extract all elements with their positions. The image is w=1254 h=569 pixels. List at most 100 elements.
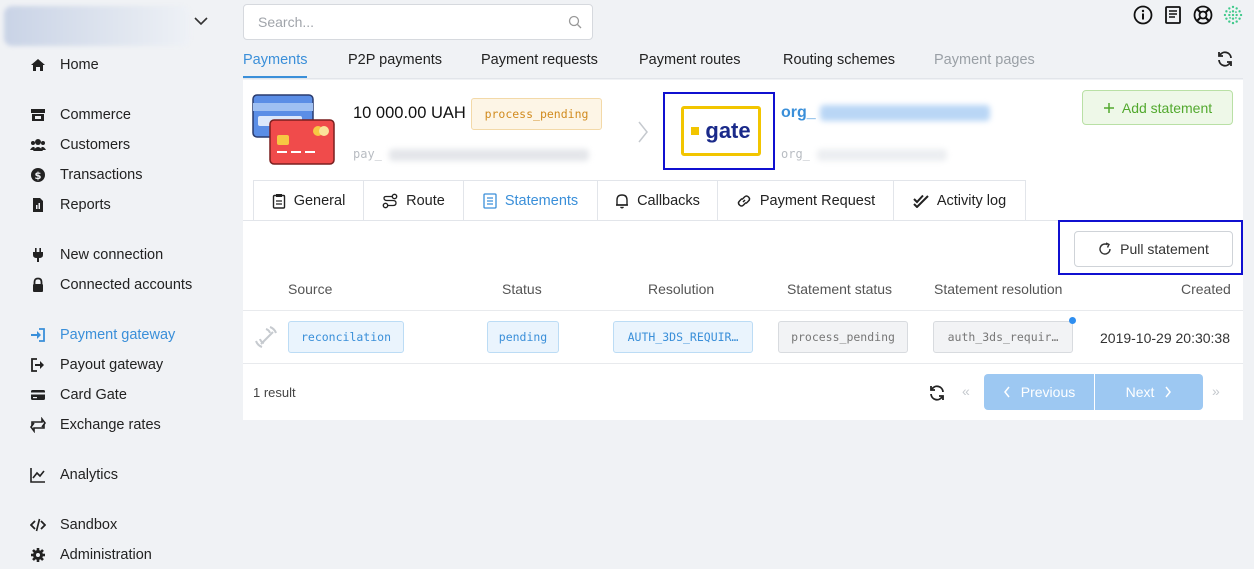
tab-payment-routes[interactable]: Payment routes (639, 52, 741, 68)
status-badge: pending (487, 321, 559, 353)
previous-page-button[interactable]: Previous (984, 374, 1094, 410)
next-page-button[interactable]: Next (1095, 374, 1203, 410)
subtab-label: General (293, 193, 346, 209)
payment-status-badge: process_pending (471, 98, 602, 130)
sidebar-item-label: Analytics (60, 467, 119, 483)
tab-routing-schemes[interactable]: Routing schemes (783, 52, 895, 68)
book-icon[interactable] (1162, 4, 1184, 26)
subtab-payment-request[interactable]: Payment Request (717, 180, 894, 221)
refresh-icon[interactable] (1216, 50, 1234, 68)
organization-id: org_ (781, 147, 948, 161)
chevron-left-icon (1003, 386, 1010, 398)
sidebar-item-payout-gateway[interactable]: Payout gateway (30, 354, 163, 376)
tab-p2p-payments[interactable]: P2P payments (348, 52, 442, 68)
notification-dot (1069, 317, 1076, 324)
org-id-prefix: org_ (781, 147, 810, 161)
sidebar-item-home[interactable]: Home (30, 54, 99, 76)
sidebar-item-label: Exchange rates (60, 417, 161, 433)
subtab-general[interactable]: General (253, 180, 364, 221)
home-icon (30, 57, 46, 73)
tab-payment-pages: Payment pages (934, 52, 1035, 68)
gateway-logo-highlight: gate (663, 92, 775, 170)
link-icon (736, 193, 752, 209)
sidebar-item-label: Reports (60, 197, 111, 213)
sign-in-icon (30, 327, 46, 343)
column-header-created[interactable]: Created (1181, 281, 1231, 297)
chevron-right-icon (638, 121, 648, 143)
sidebar-item-new-connection[interactable]: New connection (30, 244, 163, 266)
resolution-badge: AUTH_3DS_REQUIR… (613, 321, 753, 353)
search-icon[interactable] (568, 15, 582, 29)
column-header-statement-resolution[interactable]: Statement resolution (934, 281, 1062, 297)
source-badge: reconcilation (288, 321, 404, 353)
sidebar-item-customers[interactable]: Customers (30, 134, 130, 156)
subtab-label: Activity log (936, 193, 1007, 209)
subtab-statements[interactable]: Statements (463, 180, 598, 221)
chevron-down-icon[interactable] (193, 13, 209, 29)
table-header-divider (243, 310, 1243, 311)
sidebar-item-connected-accounts[interactable]: Connected accounts (30, 274, 192, 296)
sidebar-item-label: Payout gateway (60, 357, 164, 373)
sidebar-item-label: Sandbox (60, 517, 118, 533)
column-header-status[interactable]: Status (502, 281, 542, 297)
sidebar-item-label: Connected accounts (60, 277, 193, 293)
gear-icon (30, 547, 46, 563)
payment-cards-icon (252, 94, 335, 165)
gateway-logo[interactable]: gate (681, 106, 761, 156)
payment-amount: 10 000.00 UAH (353, 104, 466, 122)
subtab-callbacks[interactable]: Callbacks (597, 180, 718, 221)
sidebar-item-label: New connection (60, 247, 164, 263)
sidebar-item-sandbox[interactable]: Sandbox (30, 514, 117, 536)
svg-text:$: $ (35, 171, 42, 182)
sidebar-item-commerce[interactable]: Commerce (30, 104, 131, 126)
sidebar-item-label: Commerce (60, 107, 131, 123)
code-icon (30, 517, 46, 533)
redacted-text (817, 148, 948, 161)
store-icon (30, 107, 46, 123)
tab-payment-requests[interactable]: Payment requests (481, 52, 598, 68)
lifebuoy-icon[interactable] (1192, 4, 1214, 26)
add-statement-label: Add statement (1121, 99, 1213, 116)
sidebar-item-payment-gateway[interactable]: Payment gateway (30, 324, 175, 346)
sidebar-item-analytics[interactable]: Analytics (30, 464, 118, 486)
pull-statement-button[interactable]: Pull statement (1074, 231, 1233, 267)
sidebar-item-administration[interactable]: Administration (30, 544, 152, 566)
sidebar-item-label: Transactions (60, 167, 143, 183)
sidebar-item-label: Home (60, 57, 99, 73)
clipboard-icon (272, 193, 286, 209)
sidebar-item-card-gate[interactable]: Card Gate (30, 384, 127, 406)
workspace-logo[interactable] (4, 6, 190, 46)
payment-id[interactable]: pay_ (353, 147, 590, 161)
bell-icon (615, 193, 629, 209)
sidebar-item-label: Card Gate (60, 387, 127, 403)
column-header-statement-status[interactable]: Statement status (787, 281, 892, 297)
last-page-icon: » (1212, 383, 1220, 399)
pull-statement-label: Pull statement (1120, 241, 1209, 257)
refresh-icon[interactable] (928, 384, 946, 402)
column-header-source[interactable]: Source (288, 281, 332, 297)
column-header-resolution[interactable]: Resolution (648, 281, 714, 297)
sidebar-item-reports[interactable]: Reports (30, 194, 111, 216)
organization-name[interactable]: org_ (781, 104, 991, 122)
sidebar: Home Commerce Customers $ Transactions R… (0, 0, 230, 569)
exchange-icon (30, 417, 46, 433)
first-page-icon: « (962, 383, 970, 399)
tab-payments[interactable]: Payments (243, 52, 308, 78)
subtab-activity-log[interactable]: Activity log (893, 180, 1026, 221)
sidebar-item-transactions[interactable]: $ Transactions (30, 164, 142, 186)
redacted-text (820, 104, 991, 121)
info-icon[interactable] (1132, 4, 1154, 26)
gateway-logo-text: gate (705, 118, 751, 143)
sidebar-item-exchange-rates[interactable]: Exchange rates (30, 414, 161, 436)
org-name-prefix: org_ (781, 104, 816, 121)
statement-resolution-badge: auth_3ds_requir… (933, 321, 1073, 353)
table-row-divider (243, 363, 1243, 364)
subtab-route[interactable]: Route (363, 180, 464, 221)
chart-icon (30, 467, 46, 483)
search-input[interactable] (244, 5, 544, 39)
subtab-label: Route (406, 193, 445, 209)
add-statement-button[interactable]: Add statement (1082, 90, 1233, 125)
subtab-label: Callbacks (637, 193, 700, 209)
refresh-icon (1098, 242, 1112, 256)
avatar[interactable] (1222, 4, 1244, 26)
